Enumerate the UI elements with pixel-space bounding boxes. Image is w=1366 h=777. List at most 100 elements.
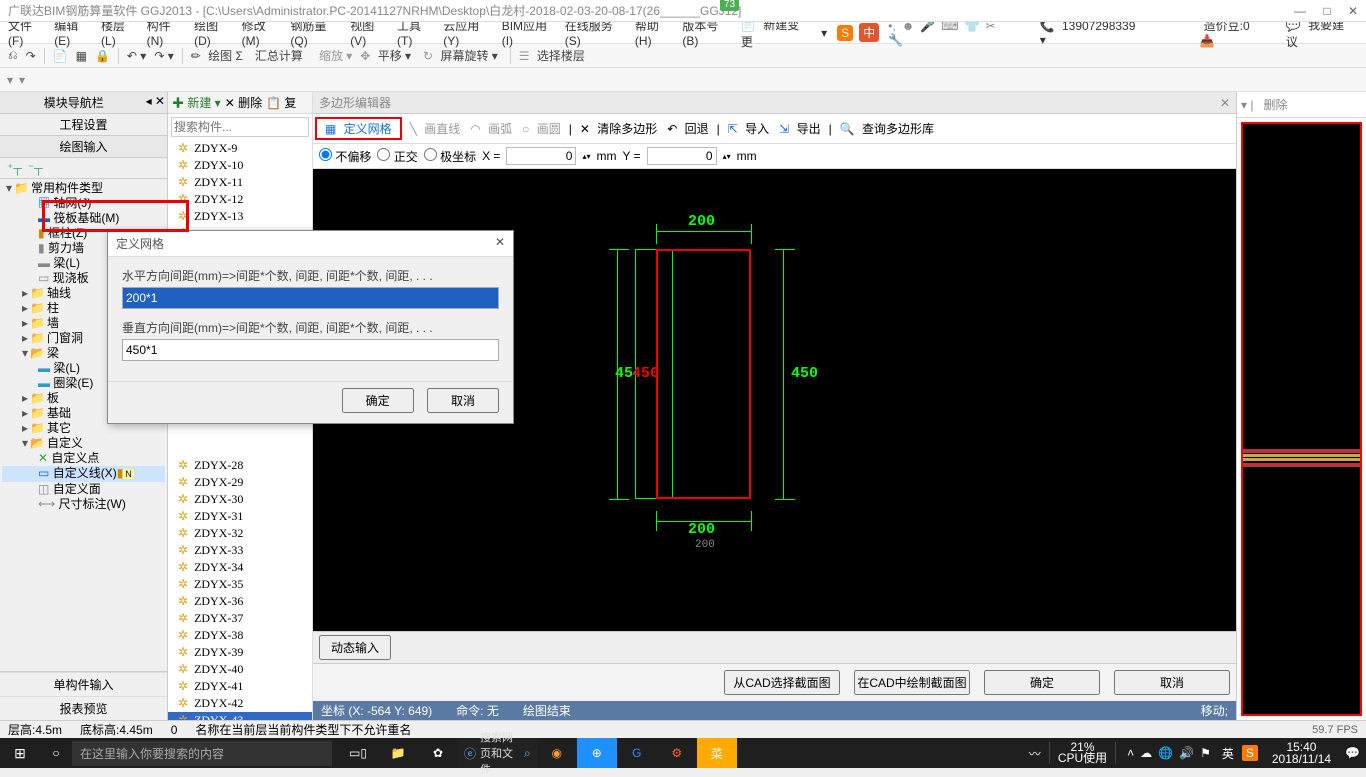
list-item[interactable]: ZDYX-34 (168, 559, 312, 576)
app-icon[interactable]: 📁 (378, 738, 418, 768)
x-input[interactable] (506, 147, 576, 165)
tool-grid-icon[interactable]: ▦ (76, 49, 87, 63)
tool-rotate[interactable]: ↻ 屏幕旋转 ▾ (423, 47, 502, 64)
phone-number[interactable]: 📞 13907298339 ▾ (1040, 19, 1146, 47)
minimize-button[interactable]: — (1294, 4, 1306, 18)
list-item[interactable]: ZDYX-39 (168, 644, 312, 661)
go-back-button[interactable]: ↶ 回退 (665, 120, 710, 137)
taskbar-search[interactable]: 在这里输入你要搜索的内容 (72, 741, 332, 766)
list-item[interactable]: ZDYX-37 (168, 610, 312, 627)
ortho-radio[interactable]: 正交 (377, 148, 417, 165)
tool-redo2-icon[interactable]: ↷ ▾ (154, 49, 173, 63)
app-icon[interactable]: G (617, 738, 657, 768)
list-item[interactable]: ZDYX-30 (168, 491, 312, 508)
list-item-selected[interactable]: ZDYX-43 (168, 712, 312, 720)
single-input-button[interactable]: 单构件输入 (0, 672, 167, 696)
cpu-meter[interactable]: 21%CPU使用 (1049, 742, 1116, 764)
tool-select-floor[interactable]: ☰ 选择楼层 (519, 47, 589, 64)
maximize-button[interactable]: □ (1323, 4, 1330, 18)
new-button[interactable]: ✚ 新建 ▾ (172, 94, 221, 111)
delete-button[interactable]: ✕ 删除 (225, 94, 262, 111)
from-cad-button[interactable]: 从CAD选择截面图 (724, 670, 840, 695)
draw-line-button[interactable]: ╲ 画直线 (408, 120, 463, 137)
y-input[interactable] (647, 147, 717, 165)
list-item[interactable]: ZDYX-28 (168, 457, 312, 474)
tree-custom-point[interactable]: ✕ 自定义点 (2, 451, 165, 466)
search-input[interactable] (171, 117, 309, 137)
polygon-close-icon[interactable]: ✕ (1220, 96, 1230, 110)
list-item[interactable]: ZDYX-29 (168, 474, 312, 491)
dialog-cancel-button[interactable]: 取消 (427, 388, 499, 413)
query-lib-button[interactable]: 🔍 查询多边形库 (838, 120, 936, 137)
tray-cloud-icon[interactable]: ☁ (1140, 746, 1152, 760)
tray-net-icon[interactable]: 🌐 (1158, 746, 1173, 760)
clock[interactable]: 15:402018/11/14 (1266, 741, 1337, 765)
list-item[interactable]: ZDYX-10 (168, 157, 312, 174)
task-view-icon[interactable]: ▭▯ (338, 738, 378, 768)
tree-custom-face[interactable]: ◫ 自定义面 (2, 482, 165, 497)
ok-button[interactable]: 确定 (984, 670, 1100, 695)
project-settings-button[interactable]: 工程设置 (0, 114, 167, 136)
new-change-dropdown[interactable]: ▾ (821, 26, 827, 40)
app-icon[interactable]: ◉ (537, 738, 577, 768)
tool-sum[interactable]: 汇总计算 (255, 47, 303, 64)
tool-redo-icon[interactable]: ↷ (26, 49, 36, 63)
no-offset-radio[interactable]: 不偏移 (319, 148, 371, 165)
tree-custom[interactable]: ▾📂自定义 (2, 436, 165, 451)
tool-draw[interactable]: ✏ 绘图 Σ (191, 47, 247, 64)
app-icon[interactable]: ✿ (418, 738, 458, 768)
list-item[interactable]: ZDYX-38 (168, 627, 312, 644)
draw-in-cad-button[interactable]: 在CAD中绘制截面图 (854, 670, 970, 695)
tray-lang[interactable]: 英 (1222, 745, 1234, 762)
tool-pan[interactable]: ✥ 平移 ▾ (360, 47, 415, 64)
tool-zoom[interactable]: 缩放 ▾ (319, 47, 352, 64)
draw-input-button[interactable]: 绘图输入 (0, 136, 167, 158)
list-item[interactable]: ZDYX-41 (168, 678, 312, 695)
list-item[interactable]: ZDYX-9 (168, 140, 312, 157)
app-icon[interactable]: 菜 (697, 738, 737, 768)
tray-flag-icon[interactable]: ⚑ (1200, 746, 1211, 760)
tray-sogou[interactable]: S (1242, 745, 1258, 761)
right-delete[interactable]: 删除 (1263, 98, 1287, 112)
tree-dimension[interactable]: ⟷ 尺寸标注(W) (2, 497, 165, 512)
ie-icon[interactable]: ⓔ 搜索网页和文件 ⌕ (458, 738, 537, 768)
vert-spacing-input[interactable] (122, 339, 499, 361)
component-list[interactable]: ZDYX-9 ZDYX-10 ZDYX-11 ZDYX-12 ZDYX-13 Z… (168, 140, 312, 720)
list-item[interactable]: ZDYX-11 (168, 174, 312, 191)
list-item[interactable]: ZDYX-36 (168, 593, 312, 610)
list-item[interactable]: ZDYX-32 (168, 525, 312, 542)
tool-undo2-icon[interactable]: ↶ ▾ (127, 49, 146, 63)
right-dropdown[interactable]: ▾ | (1241, 98, 1253, 112)
app-icon[interactable]: ⊕ (577, 738, 617, 768)
preview-canvas[interactable] (1241, 122, 1362, 716)
dialog-close-icon[interactable]: ✕ (495, 235, 505, 252)
import-button[interactable]: ⇱ 导入 (726, 120, 771, 137)
list-item[interactable]: ZDYX-12 (168, 191, 312, 208)
dialog-ok-button[interactable]: 确定 (342, 388, 414, 413)
tree-axis-grid[interactable]: ▦ 轴网(J) (2, 196, 165, 211)
tray-vol-icon[interactable]: 🔊 (1179, 746, 1194, 760)
list-item[interactable]: ZDYX-33 (168, 542, 312, 559)
list-item[interactable]: ZDYX-35 (168, 576, 312, 593)
horiz-spacing-input[interactable] (122, 287, 499, 309)
tool-lock-icon[interactable]: 🔒 (95, 49, 110, 63)
tree-collapse-icon[interactable]: ⁻┬ (28, 161, 43, 175)
list-item[interactable]: ZDYX-31 (168, 508, 312, 525)
tree-custom-line[interactable]: ▭ 自定义线(X)▮N (2, 466, 165, 482)
list-item[interactable]: ZDYX-13 (168, 208, 312, 225)
tool-doc-icon[interactable]: 📄 (53, 49, 68, 63)
ime-indicator[interactable]: 中 (859, 23, 879, 42)
cortana-icon[interactable]: ○ (40, 746, 72, 760)
draw-arc-button[interactable]: ◠ 画弧 (468, 120, 514, 137)
action-center-icon[interactable]: 💬 (1345, 746, 1360, 760)
copy-button[interactable]: 📋 复 (266, 94, 296, 111)
close-button[interactable]: ✕ (1348, 4, 1358, 18)
list-item[interactable]: ZDYX-40 (168, 661, 312, 678)
polar-radio[interactable]: 极坐标 (424, 148, 476, 165)
dynamic-input-button[interactable]: 动态输入 (319, 635, 391, 660)
report-preview-button[interactable]: 报表预览 (0, 696, 167, 720)
tree-raft-foundation[interactable]: ▬ 筏板基础(M) (2, 211, 165, 226)
app-icon[interactable]: ⚙ (657, 738, 697, 768)
tree-expand-icon[interactable]: ⁺┬ (7, 161, 22, 175)
cancel-button[interactable]: 取消 (1114, 670, 1230, 695)
